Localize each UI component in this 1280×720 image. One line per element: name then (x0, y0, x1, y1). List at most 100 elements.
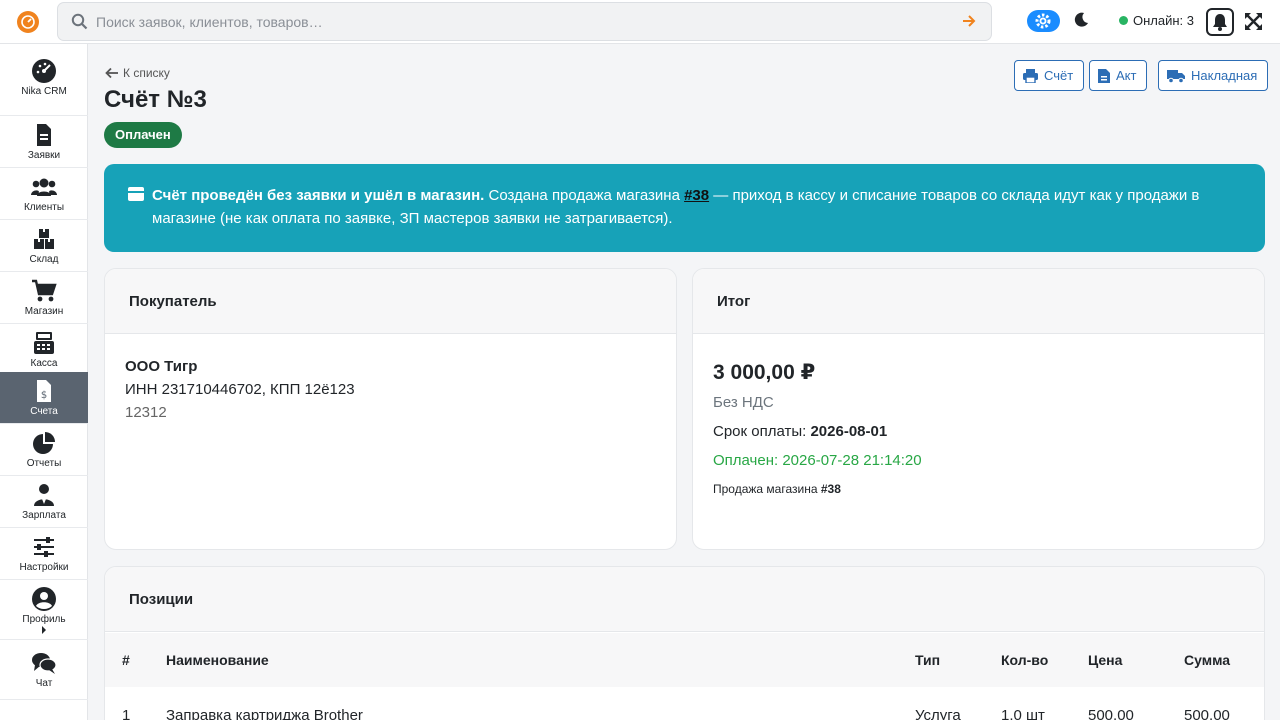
user-tie-icon (34, 484, 54, 506)
shop-sale-link[interactable]: #38 (684, 187, 709, 204)
paid-status: Оплачен: 2026-07-28 21:14:20 (713, 452, 922, 469)
print-waybill-button[interactable]: Накладная (1158, 60, 1269, 91)
table-cell-name: Заправка картриджа Brother (166, 707, 363, 720)
cash-register-icon (34, 332, 54, 354)
column-header-sum: Сумма (1184, 652, 1231, 668)
total-amount: 3 000,00 ₽ (713, 361, 816, 384)
buyer-name: ООО Тигр (125, 358, 198, 375)
due-date-value: 2026-08-01 (810, 423, 888, 440)
shop-sale-label: Продажа магазина (713, 482, 821, 496)
fullscreen-icon[interactable] (1245, 13, 1262, 30)
column-header-name: Наименование (166, 652, 269, 668)
sidebar-label: Настройки (19, 562, 69, 573)
sidebar-item-cashbox[interactable]: Касса (0, 324, 88, 376)
due-date-label: Срок оплаты: (713, 423, 811, 440)
sidebar-label: Отчеты (26, 458, 62, 469)
document-icon (37, 124, 51, 146)
positions-card: Позиции # Наименование Тип Кол-во Цена С… (104, 566, 1265, 720)
buyer-card: Покупатель ООО Тигр ИНН 231710446702, КП… (104, 268, 677, 550)
table-cell-type: Услуга (915, 707, 961, 720)
truck-icon (1167, 69, 1185, 83)
bell-icon (1213, 14, 1227, 31)
logo-icon[interactable] (17, 11, 39, 33)
sidebar-label: Счета (30, 406, 58, 417)
cash-register-icon (128, 187, 144, 201)
status-badge: Оплачен (104, 122, 182, 148)
top-bar: Онлайн: 3 (0, 0, 1280, 44)
column-header-price: Цена (1088, 652, 1123, 668)
table-cell-number: 1 (122, 707, 131, 720)
print-invoice-button[interactable]: Счёт (1014, 60, 1085, 91)
printer-icon (1023, 68, 1038, 83)
sidebar-item-invoices[interactable]: $ Счета (0, 372, 88, 424)
arrow-left-icon (105, 67, 118, 79)
notifications-button[interactable] (1206, 8, 1234, 36)
info-alert: Счёт проведён без заявки и ушёл в магази… (104, 164, 1265, 252)
users-icon (31, 178, 57, 196)
print-invoice-label: Счёт (1044, 68, 1074, 83)
dashboard-icon (32, 59, 56, 83)
sidebar-item-warehouse[interactable]: Склад (0, 220, 88, 272)
gear-icon (1035, 13, 1051, 29)
svg-text:$: $ (41, 390, 47, 401)
buyer-card-title: Покупатель (105, 269, 676, 334)
print-waybill-label: Накладная (1191, 68, 1258, 83)
search-input[interactable] (96, 11, 916, 33)
caret-right-icon (42, 626, 46, 634)
back-label: К списку (123, 66, 170, 80)
sidebar-label: Касса (30, 358, 58, 369)
chat-icon (32, 653, 57, 674)
search-box (57, 2, 992, 41)
due-date-row: Срок оплаты: 2026-08-01 (713, 423, 1244, 440)
shop-sale-row: Продажа магазина #38 (713, 482, 1244, 496)
sidebar-label: Клиенты (23, 202, 65, 213)
alert-title: Счёт проведён без заявки и ушёл в магази… (152, 187, 485, 204)
print-act-label: Акт (1116, 68, 1137, 83)
sidebar-label: Nika CRM (21, 86, 67, 97)
online-dot-icon (1119, 16, 1128, 25)
sidebar-label: Зарплата (22, 510, 66, 521)
sidebar: Nika CRM Заявки Клиенты Склад Магазин Ка… (0, 44, 88, 720)
profile-icon (32, 587, 56, 611)
shop-sale-ref[interactable]: #38 (821, 482, 841, 496)
cart-icon (32, 279, 57, 302)
moon-icon[interactable] (1073, 12, 1089, 28)
sidebar-item-clients[interactable]: Клиенты (0, 168, 88, 220)
sidebar-item-profile[interactable]: Профиль (0, 580, 88, 640)
sidebar-item-settings[interactable]: Настройки (0, 528, 88, 580)
online-status: Онлайн: 3 (1119, 13, 1194, 28)
column-header-number: # (122, 652, 130, 668)
search-icon (71, 13, 88, 30)
total-card-title: Итог (693, 269, 1264, 334)
sidebar-item-nika-crm[interactable]: Nika CRM (0, 44, 88, 116)
sidebar-label: Профиль (22, 614, 66, 625)
sidebar-label: Склад (29, 254, 59, 265)
file-icon (1098, 68, 1110, 83)
total-card: Итог 3 000,00 ₽ Без НДС Срок оплаты: 202… (692, 268, 1265, 550)
sidebar-label: Чат (35, 678, 53, 689)
sidebar-item-shop[interactable]: Магазин (0, 272, 88, 324)
back-to-list-link[interactable]: К списку (105, 66, 170, 80)
invoice-icon: $ (37, 380, 51, 402)
sidebar-item-chat[interactable]: Чат (0, 640, 88, 700)
column-header-quantity: Кол-во (1001, 652, 1049, 668)
sidebar-label: Магазин (24, 306, 64, 317)
sidebar-item-requests[interactable]: Заявки (0, 116, 88, 168)
sidebar-item-reports[interactable]: Отчеты (0, 424, 88, 476)
column-header-type: Тип (915, 652, 941, 668)
boxes-icon (34, 229, 54, 249)
sidebar-item-salary[interactable]: Зарплата (0, 476, 88, 528)
vat-label: Без НДС (713, 394, 774, 411)
arrow-right-icon[interactable] (961, 13, 977, 29)
table-cell-quantity: 1.0 шт (1001, 707, 1045, 720)
buyer-note: 12312 (125, 404, 167, 421)
sidebar-label: Заявки (27, 150, 61, 161)
settings-toggle[interactable] (1027, 10, 1060, 32)
print-act-button[interactable]: Акт (1089, 60, 1148, 91)
pie-chart-icon (33, 432, 55, 454)
alert-text: Создана продажа магазина (484, 187, 685, 204)
sliders-icon (34, 537, 54, 557)
online-label: Онлайн: 3 (1133, 13, 1195, 28)
table-cell-price: 500.00 (1088, 707, 1134, 720)
buyer-inn: ИНН 231710446702, КПП 12ё123 (125, 381, 355, 398)
